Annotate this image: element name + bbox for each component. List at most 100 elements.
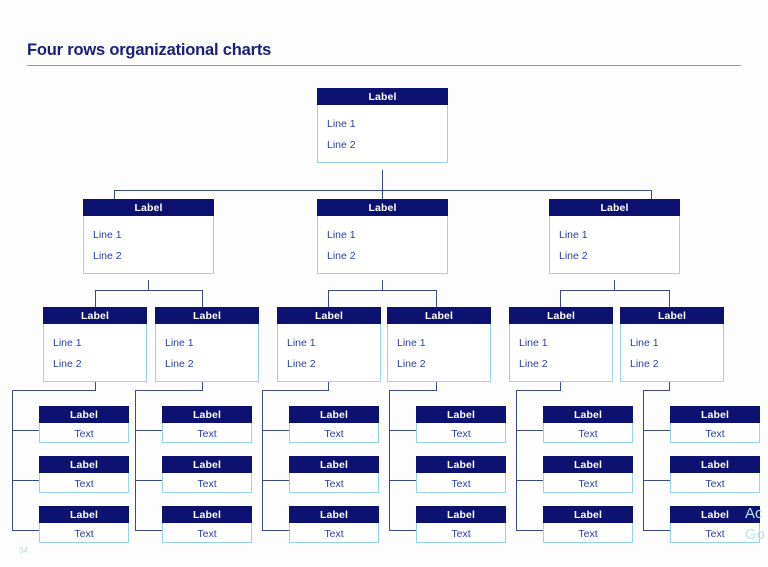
org-node-row4-c3-3[interactable]: Label Text: [289, 506, 379, 543]
org-node-row4-c1-3[interactable]: Label Text: [39, 506, 129, 543]
org-node-row4-c6-1[interactable]: Label Text: [670, 406, 760, 443]
connector-r2c-bus: [560, 290, 669, 291]
org-node-label: Label: [289, 406, 379, 423]
org-node-row4-c1-2[interactable]: Label Text: [39, 456, 129, 493]
org-node-row4-c2-2[interactable]: Label Text: [162, 456, 252, 493]
org-node-row3-2[interactable]: Label Line 1 Line 2: [155, 307, 259, 382]
org-node-label: Label: [317, 199, 448, 216]
connector-c2-over: [135, 390, 203, 391]
org-node-label: Label: [289, 456, 379, 473]
org-node-line1: Line 1: [287, 337, 316, 349]
org-node-label: Label: [670, 456, 760, 473]
org-node-label: Label: [543, 406, 633, 423]
slide-canvas: Four rows organizational charts Label Li…: [0, 0, 768, 567]
org-node-body: Text: [39, 423, 129, 443]
connector-c2-branch-1: [135, 430, 163, 431]
org-node-text: Text: [197, 478, 217, 490]
org-node-row3-5[interactable]: Label Line 1 Line 2: [509, 307, 613, 382]
org-node-line2: Line 2: [165, 358, 194, 370]
org-node-line1: Line 1: [559, 229, 588, 241]
org-node-line1: Line 1: [397, 337, 426, 349]
org-node-row4-c6-2[interactable]: Label Text: [670, 456, 760, 493]
org-node-text: Text: [324, 428, 344, 440]
org-node-row4-c5-2[interactable]: Label Text: [543, 456, 633, 493]
connector-c4-over: [389, 390, 437, 391]
org-node-label: Label: [416, 506, 506, 523]
org-node-body: Text: [543, 473, 633, 493]
org-node-label: Label: [289, 506, 379, 523]
org-node-text: Text: [578, 428, 598, 440]
org-node-body: Text: [416, 473, 506, 493]
org-node-row4-c4-1[interactable]: Label Text: [416, 406, 506, 443]
connector-r2a-bus: [95, 290, 202, 291]
org-node-row4-c2-3[interactable]: Label Text: [162, 506, 252, 543]
org-node-body: Line 1 Line 2: [509, 324, 613, 382]
org-node-row4-c5-3[interactable]: Label Text: [543, 506, 633, 543]
connector-r3-drop-3: [328, 290, 329, 308]
connector-c4-branch-1: [389, 430, 417, 431]
connector-c6-branch-2: [643, 480, 671, 481]
org-node-row2-1[interactable]: Label Line 1 Line 2: [83, 199, 214, 274]
org-node-row4-c3-2[interactable]: Label Text: [289, 456, 379, 493]
org-node-text: Text: [578, 528, 598, 540]
page-title: Four rows organizational charts: [27, 41, 272, 59]
org-node-row3-3[interactable]: Label Line 1 Line 2: [277, 307, 381, 382]
org-node-body: Text: [416, 423, 506, 443]
org-node-body: Text: [289, 473, 379, 493]
connector-c4-branch-3: [389, 530, 417, 531]
connector-c6-over: [643, 390, 670, 391]
connector-r3-drop-5: [560, 290, 561, 308]
org-node-text: Text: [451, 428, 471, 440]
connector-c5-branch-2: [516, 480, 544, 481]
org-node-row4-c2-1[interactable]: Label Text: [162, 406, 252, 443]
org-node-row4-c3-1[interactable]: Label Text: [289, 406, 379, 443]
org-node-row3-6[interactable]: Label Line 1 Line 2: [620, 307, 724, 382]
org-node-line2: Line 2: [397, 358, 426, 370]
org-node-line1: Line 1: [630, 337, 659, 349]
connector-c5-branch-1: [516, 430, 544, 431]
org-node-text: Text: [705, 428, 725, 440]
org-node-label: Label: [162, 506, 252, 523]
connector-c5-branch-3: [516, 530, 544, 531]
org-node-label: Label: [416, 456, 506, 473]
org-node-row3-4[interactable]: Label Line 1 Line 2: [387, 307, 491, 382]
org-node-row2-3[interactable]: Label Line 1 Line 2: [549, 199, 680, 274]
org-node-row3-1[interactable]: Label Line 1 Line 2: [43, 307, 147, 382]
org-node-label: Label: [83, 199, 214, 216]
org-node-body: Text: [39, 523, 129, 543]
org-node-label: Label: [162, 456, 252, 473]
connector-c6-trunk: [643, 390, 644, 530]
org-node-line1: Line 1: [519, 337, 548, 349]
org-node-label: Label: [509, 307, 613, 324]
org-node-label: Label: [670, 506, 760, 523]
connector-c3-branch-2: [262, 480, 290, 481]
connector-r2b-down: [382, 280, 383, 290]
org-node-row2-2[interactable]: Label Line 1 Line 2: [317, 199, 448, 274]
org-node-row4-c5-1[interactable]: Label Text: [543, 406, 633, 443]
connector-r2a-down: [148, 280, 149, 290]
org-node-body: Line 1 Line 2: [620, 324, 724, 382]
org-node-line2: Line 2: [630, 358, 659, 370]
org-node-text: Text: [74, 478, 94, 490]
org-node-line1: Line 1: [165, 337, 194, 349]
org-node-row4-c1-1[interactable]: Label Text: [39, 406, 129, 443]
org-node-line1: Line 1: [327, 229, 356, 241]
connector-r2c-down: [614, 280, 615, 290]
connector-r3-drop-2: [202, 290, 203, 308]
org-node-row4-c4-2[interactable]: Label Text: [416, 456, 506, 493]
org-node-row4-c4-3[interactable]: Label Text: [416, 506, 506, 543]
connector-r3-drop-6: [669, 290, 670, 308]
org-node-body: Text: [670, 523, 760, 543]
connector-c4-branch-2: [389, 480, 417, 481]
org-node-text: Text: [197, 528, 217, 540]
org-node-row1-1[interactable]: Label Line 1 Line 2: [317, 88, 448, 163]
org-node-label: Label: [277, 307, 381, 324]
org-node-label: Label: [39, 506, 129, 523]
connector-c6-branch-3: [643, 530, 671, 531]
org-node-text: Text: [197, 428, 217, 440]
connector-c3-over: [262, 390, 329, 391]
connector-c6-branch-1: [643, 430, 671, 431]
org-node-text: Text: [705, 478, 725, 490]
org-node-row4-c6-3[interactable]: Label Text: [670, 506, 760, 543]
connector-c2-branch-2: [135, 480, 163, 481]
